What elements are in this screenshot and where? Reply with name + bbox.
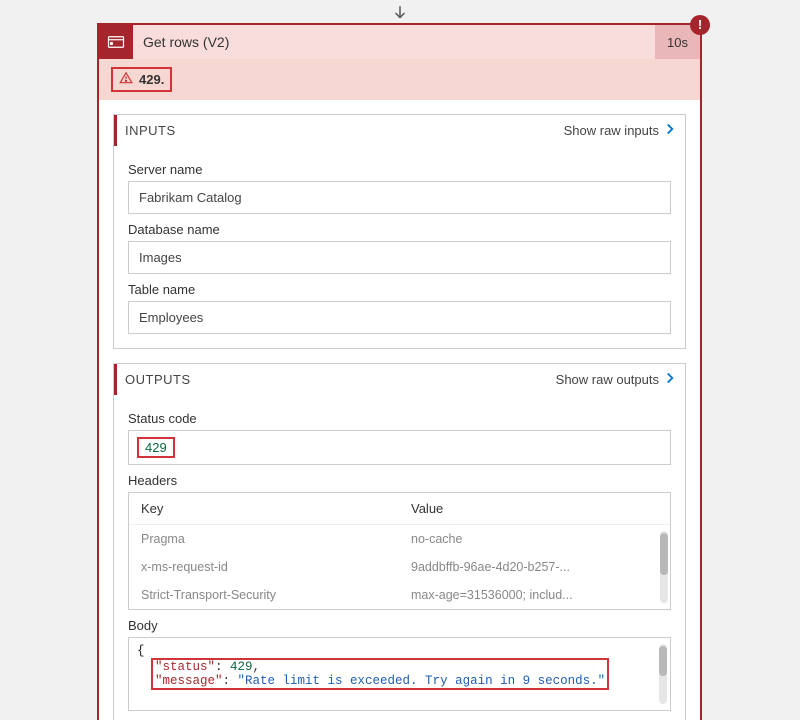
table-row: Pragma no-cache (129, 525, 658, 553)
action-title: Get rows (V2) (133, 34, 655, 50)
outputs-title: OUTPUTS (125, 372, 191, 387)
database-name-value: Images (128, 241, 671, 274)
headers-table: Key Value Pragma no-cache x-ms-request-i… (128, 492, 671, 610)
headers-label: Headers (128, 473, 671, 488)
inputs-title: INPUTS (125, 123, 176, 138)
flow-arrow-icon (391, 4, 409, 25)
status-code-value: 429 (137, 437, 175, 458)
chevron-right-icon (665, 372, 675, 387)
table-row: x-ms-request-id 9addbffb-96ae-4d20-b257-… (129, 553, 658, 581)
inputs-panel: INPUTS Show raw inputs Server name Fabri… (113, 114, 686, 349)
body-box[interactable]: { "status": 429, "message": "Rate limit … (128, 637, 671, 711)
warning-icon (119, 71, 133, 88)
sql-icon (99, 25, 133, 59)
show-raw-outputs-link[interactable]: Show raw outputs (556, 372, 675, 387)
action-card: ! Get rows (V2) 10s (97, 23, 702, 720)
headers-col-value: Value (411, 501, 652, 516)
show-raw-inputs-link[interactable]: Show raw inputs (564, 123, 675, 138)
outputs-panel: OUTPUTS Show raw outputs Status code 429… (113, 363, 686, 720)
status-code-box: 429 (128, 430, 671, 465)
error-banner: 429. (99, 59, 700, 100)
database-name-label: Database name (128, 222, 671, 237)
table-row: Strict-Transport-Security max-age=315360… (129, 581, 658, 609)
body-label: Body (128, 618, 671, 633)
error-code-pill: 429. (111, 67, 172, 92)
status-code-label: Status code (128, 411, 671, 426)
error-badge-icon: ! (690, 15, 710, 35)
server-name-label: Server name (128, 162, 671, 177)
headers-scrollbar[interactable] (660, 531, 668, 603)
table-name-label: Table name (128, 282, 671, 297)
body-scrollbar[interactable] (659, 644, 667, 704)
card-header[interactable]: Get rows (V2) 10s (99, 25, 700, 59)
headers-body[interactable]: Pragma no-cache x-ms-request-id 9addbffb… (129, 525, 670, 609)
server-name-value: Fabrikam Catalog (128, 181, 671, 214)
json-open-brace: { (137, 644, 662, 658)
headers-col-key: Key (141, 501, 411, 516)
show-raw-outputs-label: Show raw outputs (556, 372, 659, 387)
body-json-highlight: "status": 429, "message": "Rate limit is… (151, 658, 609, 690)
show-raw-inputs-label: Show raw inputs (564, 123, 659, 138)
chevron-right-icon (665, 123, 675, 138)
table-name-value: Employees (128, 301, 671, 334)
error-code-text: 429. (139, 72, 164, 87)
